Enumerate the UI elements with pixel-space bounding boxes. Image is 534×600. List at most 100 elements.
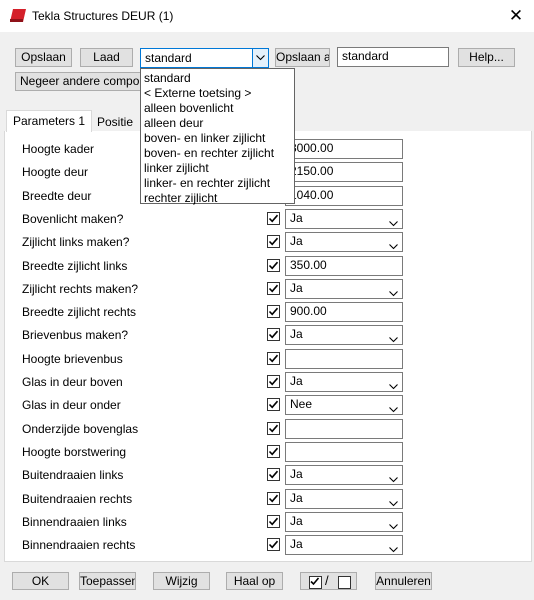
param-select[interactable]: Ja: [285, 232, 403, 253]
param-value: 900.00: [290, 304, 327, 319]
param-checkbox[interactable]: [267, 328, 280, 342]
param-checkbox[interactable]: [267, 514, 280, 528]
param-label: Breedte zijlicht links: [22, 258, 128, 273]
dropdown-option[interactable]: linker zijlicht: [144, 161, 209, 175]
help-button[interactable]: Help...: [458, 48, 515, 67]
param-checkbox[interactable]: [267, 468, 280, 482]
get-button[interactable]: Haal op: [226, 572, 283, 590]
param-value: 3000.00: [290, 141, 334, 155]
param-select[interactable]: Ja: [285, 372, 403, 392]
dropdown-option[interactable]: boven- en linker zijlicht: [144, 131, 265, 145]
chevron-down-icon[interactable]: [252, 49, 268, 67]
param-input[interactable]: [285, 418, 403, 439]
check-icon: [268, 284, 279, 293]
param-checkbox[interactable]: [267, 235, 280, 249]
chevron-down-icon[interactable]: [389, 378, 398, 391]
param-checkbox[interactable]: [267, 538, 280, 552]
param-label: Zijlicht links maken?: [22, 235, 130, 250]
tab-positie[interactable]: Positie: [97, 112, 133, 132]
param-input[interactable]: 900.00: [285, 302, 403, 323]
param-input[interactable]: 3000.00: [285, 139, 403, 159]
chevron-down-icon[interactable]: [389, 518, 398, 531]
toggle-all-checkboxes-button[interactable]: /: [300, 572, 357, 590]
param-input[interactable]: 350.00: [285, 255, 403, 276]
close-icon[interactable]: ✕: [506, 6, 526, 26]
param-select[interactable]: Ja: [285, 511, 403, 532]
param-label: Onderzijde bovenglas: [22, 421, 139, 436]
param-value: 1040.00: [290, 187, 334, 202]
dropdown-option[interactable]: standard: [144, 71, 191, 85]
check-icon: [268, 470, 279, 479]
load-button[interactable]: Laad: [80, 48, 133, 67]
param-checkbox[interactable]: [267, 281, 280, 295]
check-icon: [268, 214, 279, 223]
ignore-other-components-button[interactable]: Negeer andere compon: [15, 72, 142, 91]
dropdown-option[interactable]: < Externe toetsing >: [144, 86, 251, 100]
preset-combo[interactable]: standard: [140, 48, 269, 68]
param-checkbox[interactable]: [267, 398, 280, 412]
save-button[interactable]: Opslaan: [15, 48, 72, 67]
param-select[interactable]: Ja: [285, 465, 403, 486]
chevron-down-icon[interactable]: [389, 495, 398, 508]
chevron-down-icon[interactable]: [389, 401, 398, 414]
param-value: Ja: [290, 210, 303, 225]
apply-button[interactable]: Toepassen: [79, 572, 136, 590]
cancel-button[interactable]: Annuleren: [375, 572, 432, 590]
check-icon: [268, 307, 279, 316]
param-value: Ja: [290, 513, 303, 528]
tekla-app-icon: [10, 9, 26, 22]
param-label: Glas in deur boven: [22, 375, 123, 389]
title-bar: Tekla Structures DEUR (1) ✕: [0, 0, 534, 32]
modify-button[interactable]: Wijzig: [153, 572, 210, 590]
dropdown-option[interactable]: alleen bovenlicht: [144, 101, 233, 115]
param-value: Ja: [290, 280, 303, 295]
param-value: Ja: [290, 490, 303, 505]
param-checkbox[interactable]: [267, 491, 280, 505]
chevron-down-icon[interactable]: [389, 471, 398, 484]
dropdown-option[interactable]: rechter zijlicht: [144, 191, 217, 205]
save-as-name-input[interactable]: standard: [337, 47, 449, 67]
chevron-down-icon[interactable]: [389, 285, 398, 298]
param-checkbox[interactable]: [267, 211, 280, 225]
param-select[interactable]: Ja: [285, 488, 403, 509]
param-label: Brievenbus maken?: [22, 328, 129, 343]
param-input[interactable]: [285, 348, 403, 369]
param-label: Hoogte kader: [22, 142, 95, 156]
param-checkbox[interactable]: [267, 375, 280, 388]
param-label: Buitendraaien links: [22, 468, 124, 483]
param-checkbox[interactable]: [267, 258, 280, 272]
chevron-down-icon[interactable]: [389, 331, 398, 344]
param-select[interactable]: Ja: [285, 208, 403, 229]
chevron-down-icon[interactable]: [389, 238, 398, 251]
param-input[interactable]: 1040.00: [285, 185, 403, 206]
param-checkbox[interactable]: [267, 421, 280, 435]
dropdown-option[interactable]: linker- en rechter zijlicht: [144, 176, 270, 190]
param-label: Buitendraaien rechts: [22, 491, 133, 506]
check-icon: [268, 424, 279, 433]
preset-dropdown-list: standard < Externe toetsing > alleen boven…: [140, 68, 295, 205]
param-select[interactable]: Ja: [285, 278, 403, 299]
param-checkbox[interactable]: [267, 444, 280, 458]
param-select[interactable]: Ja: [285, 325, 403, 346]
dropdown-option[interactable]: boven- en rechter zijlicht: [144, 146, 274, 160]
param-checkbox[interactable]: [267, 351, 280, 365]
check-icon: [268, 447, 279, 456]
chevron-down-icon[interactable]: [389, 541, 398, 554]
param-value: Ja: [290, 537, 303, 552]
check-icon: [268, 377, 279, 386]
param-select[interactable]: Nee: [285, 395, 403, 416]
tab-parameters-1[interactable]: Parameters 1: [6, 110, 93, 132]
dropdown-option[interactable]: alleen deur: [144, 116, 203, 130]
param-input[interactable]: [285, 441, 403, 462]
chevron-down-icon[interactable]: [389, 215, 398, 228]
unchecked-checkbox-icon: [338, 576, 351, 589]
preset-combo-value: standard: [145, 51, 192, 65]
ok-button[interactable]: OK: [12, 572, 69, 590]
param-value: 2150.00: [290, 164, 334, 179]
save-as-button[interactable]: Opslaan al: [275, 48, 330, 67]
window-title: Tekla Structures DEUR (1): [32, 9, 174, 23]
param-select[interactable]: Ja: [285, 535, 403, 556]
param-input[interactable]: 2150.00: [285, 162, 403, 183]
param-checkbox[interactable]: [267, 305, 280, 319]
check-icon: [268, 517, 279, 526]
